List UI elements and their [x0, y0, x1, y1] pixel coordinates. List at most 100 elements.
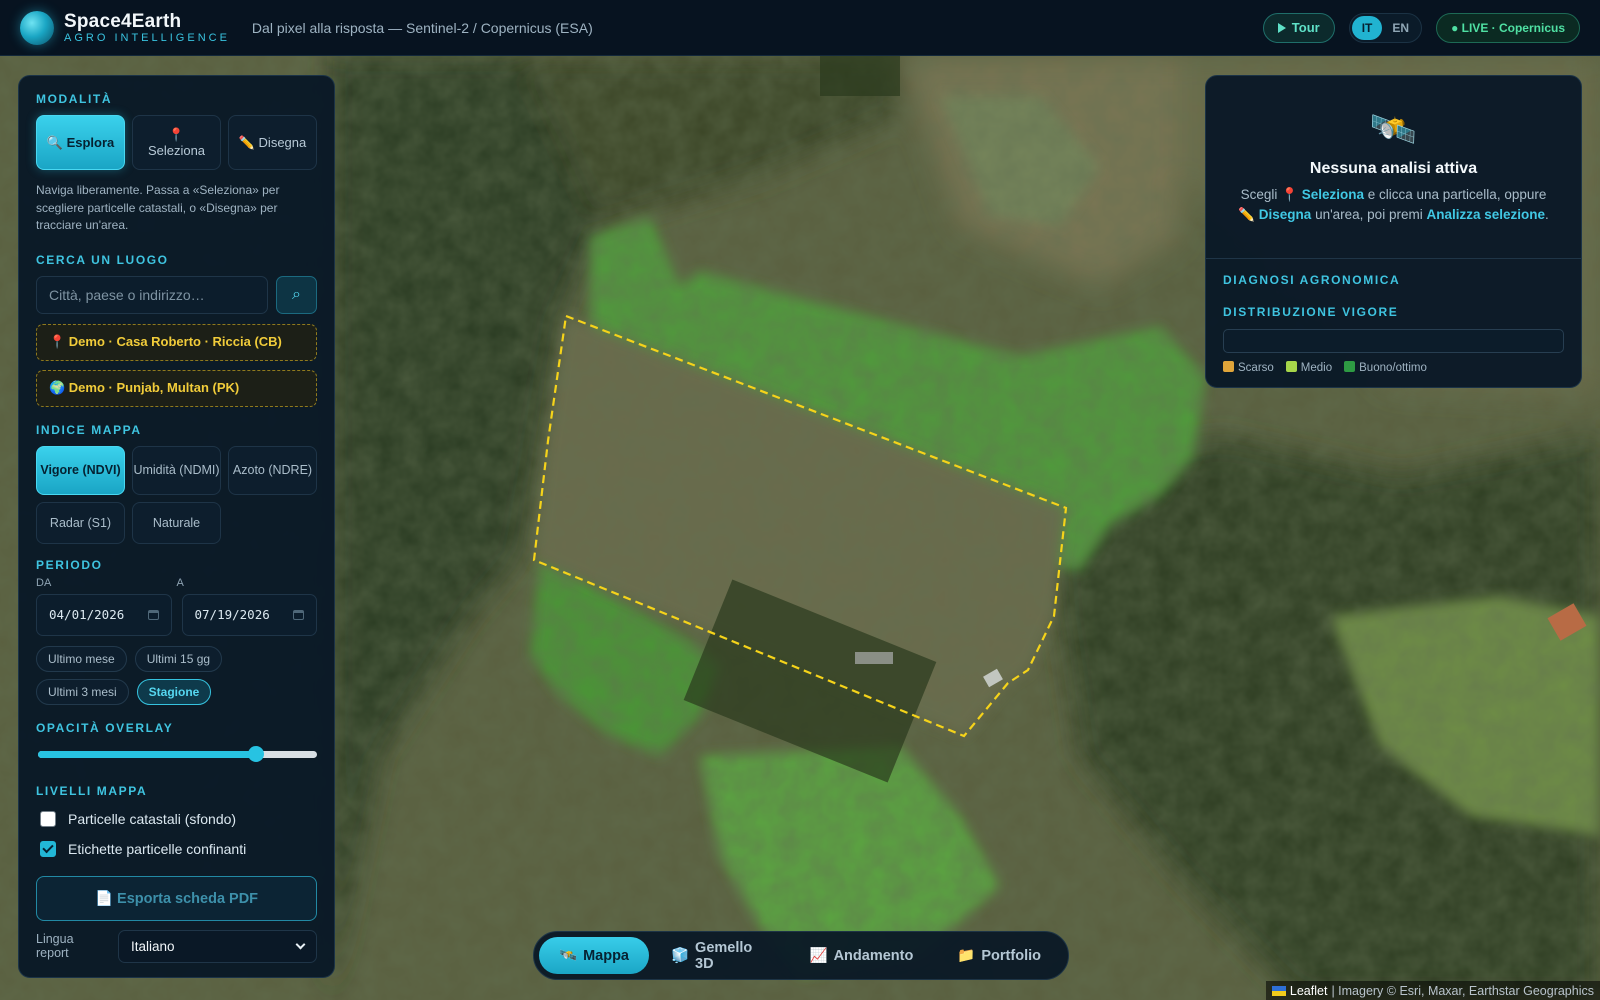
- chip-last-month[interactable]: Ultimo mese: [36, 645, 127, 672]
- legend-label: Buono/ottimo: [1359, 362, 1427, 374]
- search-section-title: CERCA UN LUOGO: [36, 252, 169, 267]
- analysis-panel: 🛰️ Nessuna analisi attiva Scegli 📍 Selez…: [1205, 75, 1582, 388]
- chip-last-3-months[interactable]: Ultimi 3 mesi: [36, 678, 129, 705]
- brand: Space4Earth AGRO INTELLIGENCE: [64, 11, 230, 44]
- mode-label: Seleziona: [147, 142, 206, 158]
- opacity-slider[interactable]: [38, 744, 317, 764]
- ukraine-flag-icon: [1271, 985, 1286, 996]
- vigor-distribution-title: DISTRIBUZIONE VIGORE: [1223, 305, 1399, 319]
- report-language-label: Lingua report: [36, 932, 74, 960]
- search-button[interactable]: ⌕: [276, 275, 317, 314]
- calendar-icon[interactable]: [147, 609, 159, 620]
- mode-buttons: 🔍 Esplora 📍 Seleziona ✏️ Disegna: [36, 115, 317, 170]
- checkbox-labels[interactable]: [40, 840, 56, 857]
- date-to-label: A: [176, 576, 184, 589]
- msg-part: .: [1545, 207, 1549, 222]
- diagnosis-title: DIAGNOSI AGRONOMICA: [1223, 273, 1401, 287]
- checkbox-cadastral[interactable]: [40, 810, 56, 827]
- cube-icon: 🧊: [670, 948, 690, 964]
- date-from-label: DA: [36, 576, 52, 589]
- msg-part: e clicca una particella, oppure: [1364, 187, 1547, 202]
- mode-explore-button[interactable]: 🔍 Esplora: [36, 115, 125, 170]
- globe-logo-icon: [20, 10, 54, 45]
- layer-labels-label: Etichette particelle confinanti: [68, 840, 247, 857]
- index-ndmi-button[interactable]: Umidità (NDMI): [132, 445, 221, 495]
- map-attribution: Leaflet | Imagery © Esri, Maxar, Earthst…: [1265, 981, 1600, 1000]
- folder-icon: 📁: [957, 948, 976, 964]
- opacity-section-title: OPACITÀ OVERLAY: [36, 720, 174, 735]
- mode-label: Esplora: [66, 134, 115, 150]
- vigor-legend: Scarso Medio Buono/ottimo: [1223, 361, 1564, 374]
- calendar-icon[interactable]: [293, 609, 304, 620]
- index-section-title: INDICE MAPPA: [36, 422, 142, 437]
- legend-swatch: [1344, 361, 1356, 372]
- vigor-distribution-bar: [1223, 329, 1564, 353]
- search-icon: ⌕: [292, 285, 301, 303]
- brand-subtitle: AGRO INTELLIGENCE: [64, 31, 230, 44]
- demo-punjab-button[interactable]: 🌍 Demo · Punjab, Multan (PK): [36, 369, 317, 407]
- play-icon: [1277, 22, 1286, 33]
- date-to-input[interactable]: 07/19/2026: [181, 593, 317, 636]
- legend-swatch: [1223, 361, 1234, 372]
- tour-button[interactable]: Tour: [1262, 12, 1335, 43]
- tab-trend[interactable]: 📈 Andamento: [788, 937, 936, 974]
- tab-label: Gemello 3D: [695, 939, 753, 972]
- lang-it-button[interactable]: IT: [1351, 15, 1383, 40]
- index-radar-button[interactable]: Radar (S1): [36, 501, 125, 544]
- legend-item-scarso: Scarso: [1223, 361, 1274, 374]
- top-bar: Space4Earth AGRO INTELLIGENCE Dal pixel …: [0, 0, 1600, 56]
- tour-label: Tour: [1291, 20, 1320, 35]
- pencil-icon: ✏️: [238, 134, 255, 150]
- no-analysis-title: Nessuna analisi attiva: [1309, 160, 1478, 177]
- legend-label: Scarso: [1238, 362, 1274, 374]
- legend-label: Medio: [1300, 362, 1333, 374]
- tab-map[interactable]: 🛰️ Mappa: [539, 937, 649, 974]
- pin-icon: 📍: [168, 126, 185, 142]
- chip-season[interactable]: Stagione: [136, 678, 212, 705]
- demo-riccia-button[interactable]: 📍 Demo · Casa Roberto · Riccia (CB): [36, 323, 317, 361]
- layer-labels-toggle[interactable]: Etichette particelle confinanti: [36, 834, 317, 864]
- index-ndre-button[interactable]: Azoto (NDRE): [228, 445, 317, 495]
- index-ndvi-button[interactable]: Vigore (NDVI): [36, 445, 125, 495]
- mode-label: Disegna: [258, 134, 307, 150]
- period-section-title: PERIODO: [36, 557, 103, 572]
- msg-part: ✏️: [1238, 207, 1259, 222]
- control-panel: MODALITÀ 🔍 Esplora 📍 Seleziona ✏️ Disegn…: [18, 75, 335, 978]
- language-toggle: IT EN: [1348, 12, 1423, 43]
- slider-fill: [38, 750, 256, 758]
- chip-last-15-days[interactable]: Ultimi 15 gg: [134, 645, 223, 672]
- place-search-input[interactable]: [36, 275, 268, 314]
- legend-swatch: [1285, 361, 1297, 372]
- slider-thumb[interactable]: [247, 745, 264, 762]
- index-natural-button[interactable]: Naturale: [132, 501, 221, 544]
- msg-draw-link: Disegna: [1258, 207, 1312, 222]
- tab-3d-twin[interactable]: 🧊 Gemello 3D: [649, 937, 788, 974]
- mode-section-title: MODALITÀ: [36, 92, 113, 106]
- legend-item-buono: Buono/ottimo: [1344, 361, 1427, 374]
- chevron-down-icon: [295, 939, 306, 949]
- report-language-value: Italiano: [131, 938, 175, 954]
- mode-description: Naviga liberamente. Passa a «Seleziona» …: [36, 183, 280, 232]
- export-pdf-button[interactable]: 📄 Esporta scheda PDF: [36, 875, 317, 921]
- layer-cadastral-label: Particelle catastali (sfondo): [68, 810, 237, 827]
- mode-draw-button[interactable]: ✏️ Disegna: [228, 115, 317, 170]
- leaflet-link[interactable]: Leaflet: [1290, 984, 1328, 998]
- tab-label: Mappa: [583, 947, 629, 964]
- tab-portfolio[interactable]: 📁 Portfolio: [935, 937, 1063, 974]
- msg-part: Scegli 📍: [1240, 187, 1302, 202]
- layers-section-title: LIVELLI MAPPA: [36, 783, 148, 798]
- lang-en-button[interactable]: EN: [1382, 16, 1419, 40]
- view-tabs: 🛰️ Mappa 🧊 Gemello 3D 📈 Andamento 📁 Port…: [533, 931, 1069, 980]
- satellite-icon: 🛰️: [559, 948, 578, 964]
- mode-select-button[interactable]: 📍 Seleziona: [132, 115, 221, 170]
- live-status-badge: ● LIVE · Copernicus: [1436, 12, 1580, 43]
- report-language-select[interactable]: Italiano: [118, 929, 317, 963]
- index-buttons: Vigore (NDVI) Umidità (NDMI) Azoto (NDRE…: [36, 445, 317, 544]
- tab-label: Andamento: [833, 947, 914, 964]
- date-from-input[interactable]: 04/01/2026: [36, 593, 172, 636]
- layer-cadastral-toggle[interactable]: Particelle catastali (sfondo): [36, 804, 317, 834]
- tab-label: Portfolio: [981, 947, 1041, 964]
- satellite-icon: 🛰️: [1369, 109, 1418, 151]
- chart-icon: 📈: [809, 948, 828, 964]
- msg-part: un'area, poi premi: [1311, 207, 1427, 222]
